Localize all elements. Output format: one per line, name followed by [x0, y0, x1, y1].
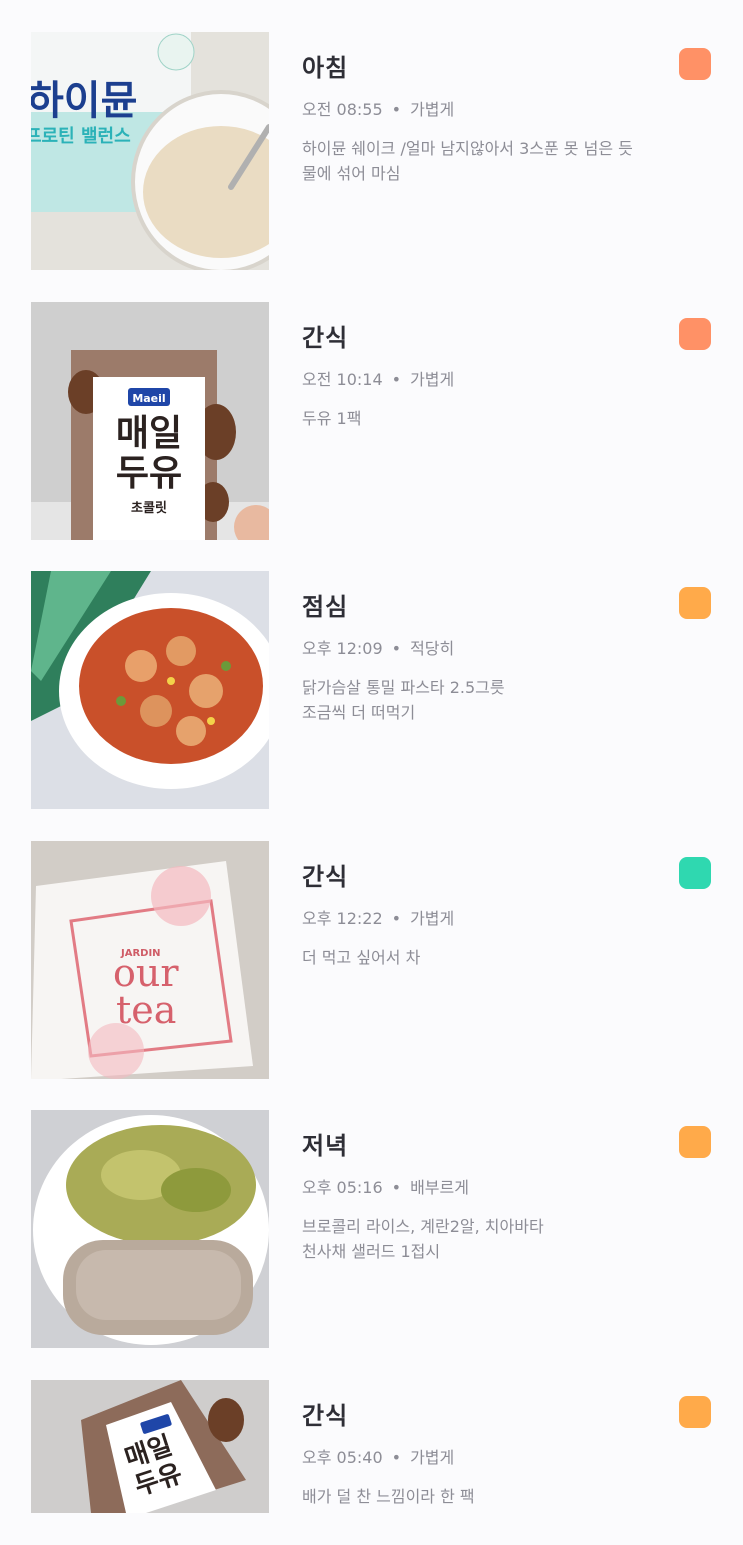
milk-brand-text: Maeil — [132, 392, 165, 405]
meal-title: 간식 — [302, 1402, 349, 1430]
meal-title: 간식 — [302, 324, 349, 352]
protein-shake-photo[interactable]: 하이뮨 프로틴 밸런스 — [31, 32, 269, 270]
shake-sub-text: 프로틴 밸런스 — [31, 126, 131, 147]
separator-dot: • — [391, 370, 402, 389]
meal-time: 오후 05:16 — [302, 1178, 383, 1197]
meal-note-line: 닭가슴살 통밀 파스타 2.5그릇 — [302, 678, 505, 697]
status-badge — [679, 318, 711, 350]
meal-meta: 오후 05:40 • 가볍게 — [302, 1444, 454, 1468]
meal-note-line: 조금씩 더 떠먹기 — [302, 703, 416, 722]
meal-entry[interactable]: 점심 오후 12:09 • 적당히 닭가슴살 통밀 파스타 2.5그릇 조금씩 더 … — [0, 571, 743, 809]
separator-dot: • — [391, 639, 402, 658]
meal-time: 오전 08:55 — [302, 100, 383, 119]
meal-meta: 오후 12:09 • 적당히 — [302, 635, 454, 659]
meal-note-line: 두유 1팩 — [302, 409, 362, 428]
chicken-pasta-photo[interactable] — [31, 571, 269, 809]
meal-title: 간식 — [302, 863, 349, 891]
meal-time: 오전 10:14 — [302, 370, 383, 389]
meal-time: 오후 12:09 — [302, 639, 383, 658]
separator-dot: • — [391, 909, 402, 928]
meal-fullness: 가볍게 — [410, 1448, 455, 1467]
milk-name-line1: 매일 — [116, 413, 182, 454]
status-badge — [679, 587, 711, 619]
meal-note-line: 천사채 샐러드 1접시 — [302, 1242, 441, 1261]
status-badge — [679, 1126, 711, 1158]
meal-title: 아침 — [302, 54, 349, 82]
meal-entry[interactable]: 저녁 오후 05:16 • 배부르게 브로콜리 라이스, 계란2알, 치아바타 천사… — [0, 1110, 743, 1348]
soy-milk-carton-photo[interactable]: 매일 두유 — [31, 1380, 269, 1513]
meal-note-line: 배가 덜 찬 느낌이라 한 팩 — [302, 1487, 475, 1506]
meal-fullness: 가볍게 — [410, 100, 455, 119]
tea-line2-text: tea — [116, 988, 176, 1032]
milk-flavor-text: 초콜릿 — [131, 501, 167, 516]
tea-bag-photo[interactable]: JARDIN our tea — [31, 841, 269, 1079]
meal-note-line: 더 먹고 싶어서 차 — [302, 948, 421, 967]
meal-meta: 오후 05:16 • 배부르게 — [302, 1174, 469, 1198]
meal-meta: 오전 10:14 • 가볍게 — [302, 366, 454, 390]
meal-note-line: 하이뮨 쉐이크 /얼마 남지않아서 3스푼 못 넘은 듯 — [302, 139, 633, 158]
meal-fullness: 적당히 — [410, 639, 455, 658]
soy-milk-carton-photo[interactable]: Maeil 매일 두유 초콜릿 — [31, 302, 269, 540]
meal-note: 배가 덜 찬 느낌이라 한 팩 — [302, 1484, 682, 1509]
meal-note-line: 물에 섞어 마심 — [302, 164, 401, 183]
separator-dot: • — [391, 100, 402, 119]
separator-dot: • — [391, 1448, 402, 1467]
meal-note: 더 먹고 싶어서 차 — [302, 945, 682, 970]
meal-note: 하이뮨 쉐이크 /얼마 남지않아서 3스푼 못 넘은 듯 물에 섞어 마심 — [302, 136, 682, 186]
meal-time: 오후 05:40 — [302, 1448, 383, 1467]
status-badge — [679, 857, 711, 889]
separator-dot: • — [391, 1178, 402, 1197]
meal-entry[interactable]: JARDIN our tea 간식 오후 12:22 • 가볍게 더 먹고 싶어서 … — [0, 841, 743, 1079]
meal-entry[interactable]: 하이뮨 프로틴 밸런스 아침 오전 08:55 • 가볍게 하이뮨 쉐이크 /얼마 … — [0, 32, 743, 270]
meal-fullness: 배부르게 — [410, 1178, 469, 1197]
meal-entry[interactable]: 매일 두유 간식 오후 05:40 • 가볍게 배가 덜 찬 느낌이라 한 팩 — [0, 1380, 743, 1545]
status-badge — [679, 1396, 711, 1428]
milk-name-line2: 두유 — [116, 453, 182, 494]
meal-meta: 오후 12:22 • 가볍게 — [302, 905, 454, 929]
meal-title: 점심 — [302, 593, 349, 621]
broccoli-rice-bread-photo[interactable] — [31, 1110, 269, 1348]
shake-brand-text: 하이뮨 — [31, 78, 137, 124]
status-badge — [679, 48, 711, 80]
meal-note-line: 브로콜리 라이스, 계란2알, 치아바타 — [302, 1217, 544, 1236]
meal-note: 브로콜리 라이스, 계란2알, 치아바타 천사채 샐러드 1접시 — [302, 1214, 682, 1264]
meal-note: 두유 1팩 — [302, 406, 682, 431]
meal-fullness: 가볍게 — [410, 909, 455, 928]
meal-meta: 오전 08:55 • 가볍게 — [302, 96, 454, 120]
meal-time: 오후 12:22 — [302, 909, 383, 928]
meal-fullness: 가볍게 — [410, 370, 455, 389]
meal-note: 닭가슴살 통밀 파스타 2.5그릇 조금씩 더 떠먹기 — [302, 675, 682, 725]
meal-title: 저녁 — [302, 1132, 349, 1160]
meal-entry[interactable]: Maeil 매일 두유 초콜릿 간식 오전 10:14 • 가볍게 두유 1팩 — [0, 302, 743, 540]
